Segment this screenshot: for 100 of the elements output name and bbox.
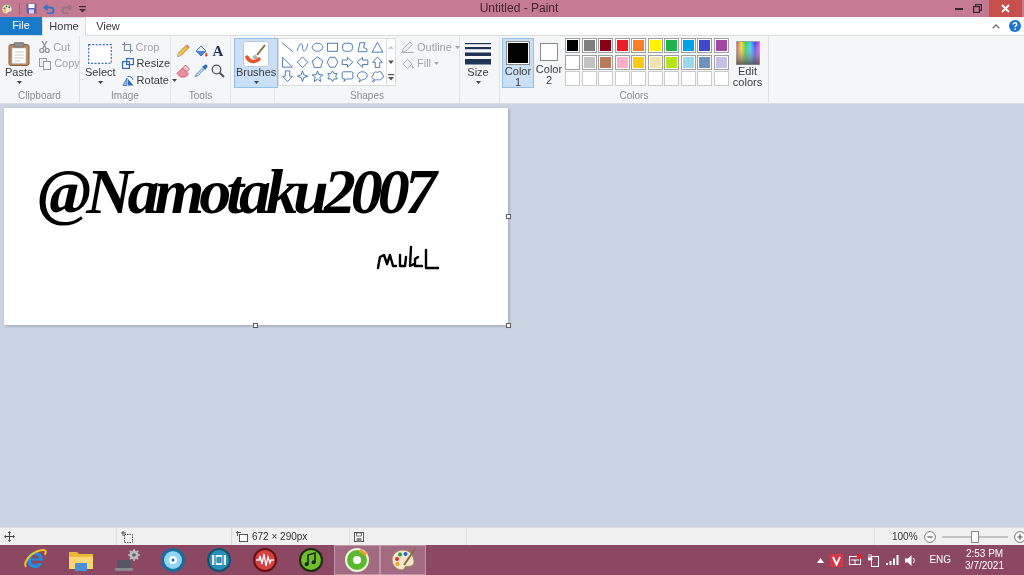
- four-point-star-shape-icon[interactable]: [295, 69, 310, 84]
- resize-handle[interactable]: [506, 214, 511, 219]
- move-arrows-icon: [4, 531, 15, 542]
- group-label: Colors: [619, 89, 649, 103]
- swatch-icon[interactable]: [697, 54, 712, 70]
- swatch-icon[interactable]: [631, 54, 646, 70]
- palette-icon[interactable]: [1, 2, 13, 15]
- window-title: Untitled - Paint: [478, 0, 560, 17]
- clock-date[interactable]: 3/7/2021: [965, 560, 1004, 572]
- speaker-icon[interactable]: [905, 554, 918, 566]
- plug-icon[interactable]: [868, 553, 881, 567]
- diamond-shape-icon[interactable]: [295, 54, 310, 69]
- color-spectrum-icon: [735, 41, 760, 65]
- swatch-icon[interactable]: [713, 38, 729, 53]
- oval-callout-shape-icon[interactable]: [355, 69, 370, 84]
- line-shape-icon[interactable]: [280, 40, 295, 55]
- swatch-icon[interactable]: [581, 54, 597, 70]
- swatch-icon[interactable]: [565, 54, 580, 70]
- text-tool[interactable]: A: [211, 44, 225, 58]
- rounded-callout-shape-icon[interactable]: [340, 69, 355, 84]
- minimize-icon[interactable]: [955, 7, 963, 10]
- line-widths-icon: [465, 42, 491, 65]
- language-indicator[interactable]: ENG: [929, 554, 952, 566]
- down-arrow-shape-icon[interactable]: [280, 69, 295, 84]
- pentagon-shape-icon[interactable]: [310, 54, 325, 69]
- close-button[interactable]: [989, 0, 1022, 17]
- swatch-icon[interactable]: [680, 54, 696, 70]
- eraser-icon[interactable]: [176, 64, 190, 78]
- slider-thumb[interactable]: [970, 530, 979, 543]
- dropdown-icon[interactable]: [79, 4, 86, 13]
- six-point-star-shape-icon[interactable]: [325, 69, 340, 84]
- hexagon-shape-icon[interactable]: [325, 54, 340, 69]
- color-button[interactable]: Color 1: [502, 38, 534, 88]
- network-icon[interactable]: [849, 553, 863, 567]
- edit-colors-button[interactable]: Edit colors: [731, 38, 764, 88]
- rounded-rectangle-shape-icon[interactable]: [340, 40, 355, 55]
- eyedropper-icon[interactable]: [193, 64, 208, 78]
- caret-up-icon[interactable]: [817, 557, 825, 563]
- triangle-shape-icon[interactable]: [370, 40, 385, 55]
- zoom-out-icon[interactable]: [923, 530, 936, 543]
- swatch-icon[interactable]: [614, 54, 630, 70]
- swatch-icon[interactable]: [614, 38, 630, 53]
- collapse-ribbon-icon[interactable]: [992, 23, 1000, 29]
- swatch-icon[interactable]: [664, 54, 679, 70]
- paint-bucket-icon[interactable]: [193, 44, 208, 58]
- left-arrow-shape-icon[interactable]: [355, 54, 370, 69]
- file-menu-tab[interactable]: File: [0, 17, 42, 35]
- restore-icon[interactable]: [973, 4, 982, 13]
- swatch-icon[interactable]: [664, 38, 679, 53]
- oval-shape-icon[interactable]: [310, 40, 325, 55]
- copy-icon: [39, 57, 52, 70]
- pencil-icon: [401, 41, 414, 54]
- expand-gallery-icon[interactable]: [387, 72, 395, 81]
- resize-handle[interactable]: [506, 323, 511, 328]
- drawing-canvas[interactable]: @Namotaku2007: [4, 108, 508, 325]
- scissors-icon: [39, 41, 51, 54]
- caret-icon: [16, 80, 22, 84]
- resize-button[interactable]: Resize: [119, 55, 179, 72]
- brushes-button[interactable]: Brushes: [234, 38, 279, 88]
- paste-button[interactable]: Paste: [3, 38, 36, 88]
- ribbon-tab[interactable]: View: [86, 17, 130, 36]
- caret-icon: [172, 78, 177, 82]
- pencil-icon[interactable]: [176, 44, 190, 58]
- dashed-rectangle-icon: [88, 43, 113, 64]
- palette-icon: [390, 547, 416, 573]
- select-button[interactable]: Select: [83, 38, 118, 88]
- clock-time[interactable]: 2:53 PM: [965, 548, 1004, 560]
- resize-handle[interactable]: [253, 323, 258, 328]
- rotate-button[interactable]: Rotate: [119, 72, 179, 89]
- up-arrow-shape-icon[interactable]: [370, 54, 385, 69]
- swatch-icon[interactable]: [647, 54, 663, 70]
- swatch-icon[interactable]: [598, 38, 613, 53]
- swatch-icon[interactable]: [647, 38, 663, 53]
- swatch-icon[interactable]: [598, 54, 613, 70]
- polygon-shape-icon[interactable]: [355, 40, 370, 55]
- help-icon[interactable]: [1009, 20, 1021, 32]
- v-logo-icon[interactable]: [830, 553, 844, 567]
- rotate-icon: [121, 74, 134, 86]
- right-arrow-shape-icon[interactable]: [340, 54, 355, 69]
- waveform-icon: [252, 547, 278, 573]
- swatch-icon[interactable]: [713, 54, 729, 70]
- swatch-icon[interactable]: [631, 38, 646, 53]
- five-point-star-shape-icon[interactable]: [310, 69, 325, 84]
- rectangle-shape-icon[interactable]: [325, 40, 340, 55]
- swatch-icon[interactable]: [581, 38, 597, 53]
- signal-bars-icon[interactable]: [886, 555, 900, 565]
- swatch-icon[interactable]: [697, 38, 712, 53]
- zoom-in-icon[interactable]: [1013, 530, 1024, 543]
- size-button[interactable]: Size: [463, 38, 493, 88]
- ribbon-tab[interactable]: Home: [42, 17, 86, 36]
- group-label: Shapes: [350, 89, 384, 103]
- swatch-icon[interactable]: [565, 38, 580, 53]
- color-button[interactable]: Color 2: [536, 38, 562, 88]
- group-label: Tools: [188, 89, 213, 103]
- paintbrush-icon: [243, 40, 270, 67]
- canvas-size-icon: [236, 531, 248, 542]
- magnifier-icon[interactable]: [211, 64, 225, 78]
- resize-icon: [121, 58, 134, 70]
- swatch-icon[interactable]: [680, 38, 696, 53]
- right-triangle-shape-icon[interactable]: [280, 54, 295, 69]
